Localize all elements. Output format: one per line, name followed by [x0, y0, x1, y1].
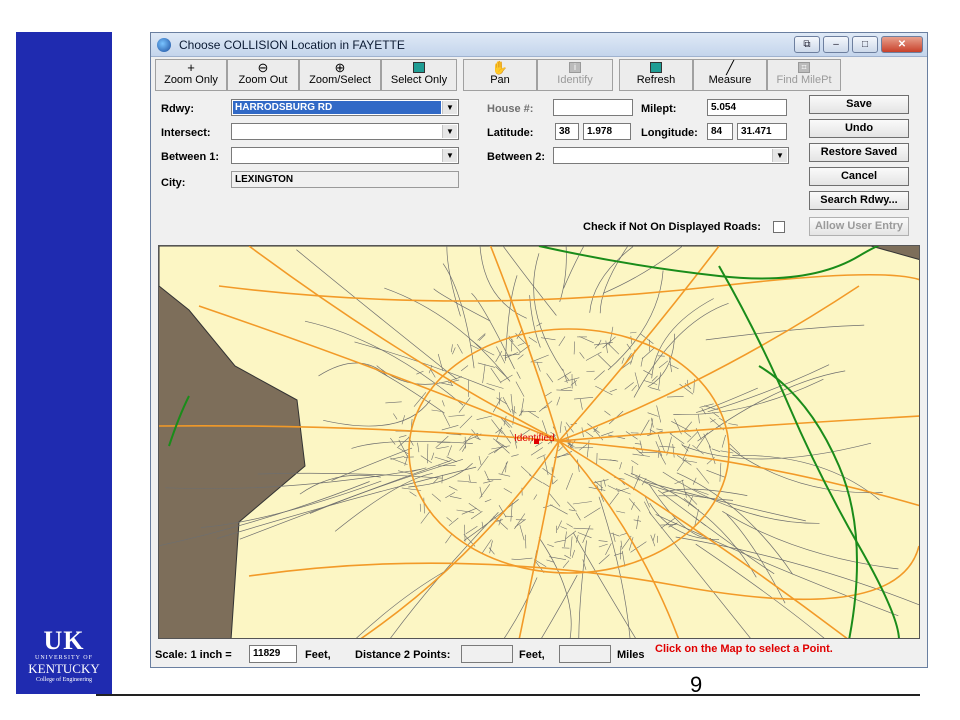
- miles-label: Miles: [617, 649, 645, 661]
- toolbar-label: Select Only: [390, 74, 448, 86]
- minimize-button[interactable]: –: [823, 36, 849, 53]
- search-rdwy-button[interactable]: Search Rdwy...: [809, 191, 909, 210]
- collision-location-window: Choose COLLISION Location in FAYETTE ⧉ –…: [150, 32, 928, 668]
- not-on-roads-checkbox[interactable]: [773, 221, 785, 233]
- info-icon: i: [568, 61, 582, 74]
- pan-button[interactable]: ✋ Pan: [463, 59, 537, 91]
- scale-label: Scale: 1 inch =: [155, 649, 232, 661]
- logo-college: College of Engineering: [36, 677, 92, 683]
- zoom-select-button[interactable]: ⊕ Zoom/Select: [299, 59, 381, 91]
- cancel-button[interactable]: Cancel: [809, 167, 909, 186]
- not-on-roads-label: Check if Not On Displayed Roads:: [583, 221, 761, 233]
- between1-combo[interactable]: ▼: [231, 147, 459, 164]
- hand-icon: ✋: [491, 60, 509, 75]
- slide: UK UNIVERSITY OF KENTUCKY College of Eng…: [0, 0, 960, 720]
- find-milept-button[interactable]: ⌗ Find MilePt: [767, 59, 841, 91]
- longitude-label: Longitude:: [641, 127, 698, 139]
- distance-miles-field: [559, 645, 611, 663]
- chevron-down-icon[interactable]: ▼: [442, 125, 457, 138]
- toolbar-label: Find MilePt: [776, 74, 832, 86]
- between1-label: Between 1:: [161, 151, 220, 163]
- identified-label: Identified: [514, 433, 555, 444]
- refresh-button[interactable]: Refresh: [619, 59, 693, 91]
- plus-icon: +: [187, 60, 195, 75]
- bottom-rule: [96, 694, 920, 696]
- restore-saved-button[interactable]: Restore Saved: [809, 143, 909, 162]
- ruler-icon: ╱: [726, 60, 734, 75]
- rdwy-label: Rdwy:: [161, 103, 194, 115]
- toolbar-label: Refresh: [636, 74, 676, 86]
- zoom-select-icon: ⊕: [334, 60, 346, 75]
- select-icon: [412, 61, 426, 74]
- between2-combo[interactable]: ▼: [553, 147, 789, 164]
- measure-button[interactable]: ╱ Measure: [693, 59, 767, 91]
- toolbar-label: Zoom/Select: [309, 74, 371, 86]
- feet-label-2: Feet,: [519, 649, 545, 661]
- uk-logo: UK UNIVERSITY OF KENTUCKY College of Eng…: [16, 628, 112, 694]
- location-form: Rdwy: HARRODSBURG RD ▼ Intersect: ▼ Betw…: [155, 93, 925, 243]
- window-title: Choose COLLISION Location in FAYETTE: [179, 37, 405, 52]
- distance-feet-field: [461, 645, 513, 663]
- refresh-icon: [649, 61, 663, 74]
- select-only-button[interactable]: Select Only: [381, 59, 457, 91]
- title-bar[interactable]: Choose COLLISION Location in FAYETTE ⧉ –…: [151, 33, 927, 57]
- longitude-minutes-field[interactable]: 31.471: [737, 123, 787, 140]
- house-field[interactable]: [553, 99, 633, 116]
- window-controls: ⧉ – □ ✕: [794, 36, 923, 53]
- restore-window-button[interactable]: ⧉: [794, 36, 820, 53]
- find-milepoint-icon: ⌗: [797, 61, 811, 74]
- intersect-label: Intersect:: [161, 127, 211, 139]
- distance-label: Distance 2 Points:: [355, 649, 451, 661]
- milept-field[interactable]: 5.054: [707, 99, 787, 116]
- house-label: House #:: [487, 103, 534, 115]
- city-field: LEXINGTON: [231, 171, 459, 188]
- zoom-out-button[interactable]: ⊖ Zoom Out: [227, 59, 299, 91]
- close-button[interactable]: ✕: [881, 36, 923, 53]
- identify-button[interactable]: i Identify: [537, 59, 613, 91]
- map-toolbar: + Zoom Only ⊖ Zoom Out ⊕ Zoom/Select Select On…: [155, 59, 925, 91]
- city-label: City:: [161, 177, 186, 189]
- allow-user-entry-button[interactable]: Allow User Entry: [809, 217, 909, 236]
- between1-value: [233, 149, 441, 162]
- uk-sidebar: UK UNIVERSITY OF KENTUCKY College of Eng…: [16, 32, 112, 694]
- rdwy-combo[interactable]: HARRODSBURG RD ▼: [231, 99, 459, 116]
- latitude-label: Latitude:: [487, 127, 534, 139]
- milept-label: Milept:: [641, 103, 677, 115]
- status-message: Click on the Map to select a Point.: [655, 643, 833, 655]
- latitude-degrees-field[interactable]: 38: [555, 123, 579, 140]
- logo-uk: UK: [43, 626, 85, 655]
- globe-icon: [157, 37, 171, 52]
- toolbar-label: Pan: [490, 74, 510, 86]
- toolbar-label: Measure: [708, 74, 752, 86]
- rdwy-value: HARRODSBURG RD: [233, 101, 441, 114]
- toolbar-label: Zoom Only: [164, 74, 218, 86]
- intersect-value: [233, 125, 441, 138]
- chevron-down-icon[interactable]: ▼: [772, 149, 787, 162]
- zoom-only-button[interactable]: + Zoom Only: [155, 59, 227, 91]
- scale-field[interactable]: 11829: [249, 645, 297, 663]
- longitude-degrees-field[interactable]: 84: [707, 123, 733, 140]
- between2-label: Between 2:: [487, 151, 546, 163]
- zoom-out-icon: ⊖: [257, 60, 269, 75]
- chevron-down-icon[interactable]: ▼: [442, 149, 457, 162]
- undo-button[interactable]: Undo: [809, 119, 909, 138]
- map-view[interactable]: Identified: [158, 245, 920, 639]
- logo-kentucky: KENTUCKY: [28, 661, 100, 676]
- status-bar: Scale: 1 inch = 11829 Feet, Distance 2 P…: [155, 643, 925, 665]
- chevron-down-icon[interactable]: ▼: [442, 101, 457, 114]
- latitude-minutes-field[interactable]: 1.978: [583, 123, 631, 140]
- intersect-combo[interactable]: ▼: [231, 123, 459, 140]
- toolbar-label: Identify: [557, 74, 593, 86]
- between2-value: [555, 149, 771, 162]
- save-button[interactable]: Save: [809, 95, 909, 114]
- feet-label: Feet,: [305, 649, 331, 661]
- toolbar-label: Zoom Out: [238, 74, 288, 86]
- maximize-button[interactable]: □: [852, 36, 878, 53]
- map-canvas[interactable]: Identified: [159, 246, 920, 639]
- page-number: 9: [690, 672, 703, 697]
